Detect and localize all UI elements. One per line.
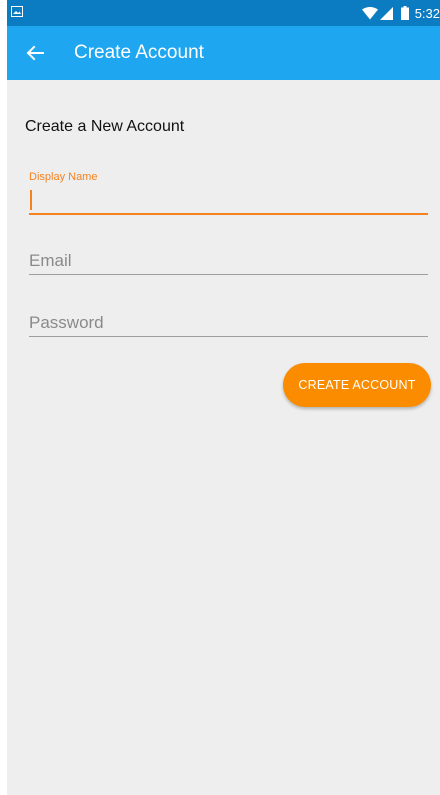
battery-icon xyxy=(400,6,409,20)
form-heading: Create a New Account xyxy=(25,118,185,135)
screen: 5:32 Create Account Create a New Account… xyxy=(7,0,440,795)
app-bar: Create Account xyxy=(7,26,440,80)
password-input[interactable] xyxy=(29,312,428,334)
app-bar-title: Create Account xyxy=(74,42,204,63)
status-time: 5:32 xyxy=(414,5,440,21)
create-account-button[interactable]: CREATE ACCOUNT xyxy=(283,363,431,407)
password-underline xyxy=(29,336,428,337)
display-name-input[interactable] xyxy=(29,190,428,210)
password-field[interactable] xyxy=(29,310,428,340)
status-bar: 5:32 xyxy=(7,0,440,26)
email-input[interactable] xyxy=(29,250,428,272)
wifi-icon xyxy=(361,6,378,19)
email-field[interactable] xyxy=(29,248,428,278)
back-arrow-icon[interactable] xyxy=(23,41,47,65)
display-name-label: Display Name xyxy=(29,171,98,183)
display-name-underline xyxy=(29,213,428,215)
status-icons: 5:32 xyxy=(361,0,440,26)
email-underline xyxy=(29,274,428,275)
display-name-field[interactable]: Display Name xyxy=(29,168,428,216)
image-notification-icon xyxy=(11,6,23,17)
signal-icon xyxy=(379,6,393,20)
